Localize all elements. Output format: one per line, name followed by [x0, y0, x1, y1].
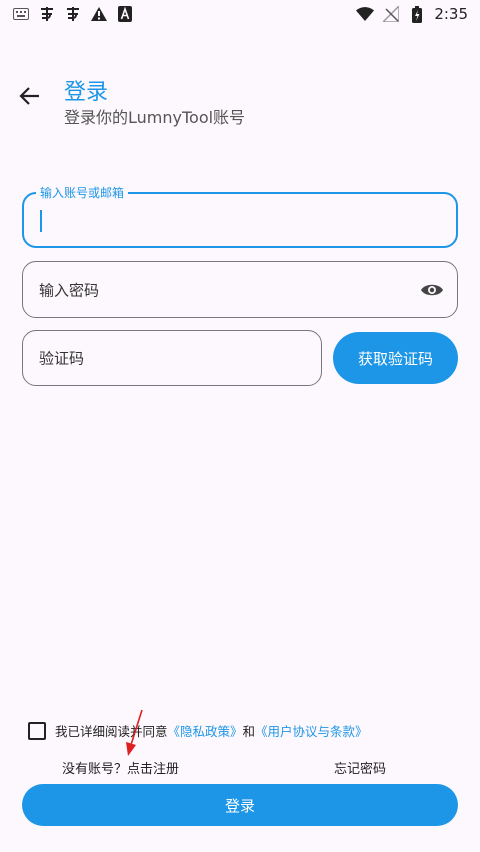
password-placeholder: 输入密码: [39, 281, 100, 299]
text-cursor: [40, 210, 42, 232]
agreement-checkbox[interactable]: [28, 721, 46, 740]
status-time: 2:35: [434, 5, 468, 23]
agreement-text: 我已详细阅读并同意: [55, 724, 168, 739]
font-a-icon: [116, 5, 134, 23]
battery-charging-icon: [408, 5, 426, 23]
eye-icon[interactable]: [419, 277, 445, 303]
agreement-row: 我已详细阅读并同意 《隐私政策》 和 《用户协议与条款》: [28, 721, 368, 740]
privacy-policy-link[interactable]: 《隐私政策》: [168, 721, 243, 740]
status-left-icons: [12, 5, 134, 23]
forgot-password-link[interactable]: 忘记密码: [334, 758, 386, 777]
terms-link[interactable]: 《用户协议与条款》: [255, 721, 368, 740]
annotation-arrow-icon: [126, 709, 143, 756]
keyboard-icon: [12, 5, 30, 23]
register-link[interactable]: 没有账号？点击注册: [62, 758, 179, 777]
verification-code-input[interactable]: 验证码: [22, 330, 322, 386]
no-signal-icon: [382, 5, 400, 23]
bug-icon: [64, 5, 82, 23]
get-code-button[interactable]: 获取验证码: [333, 332, 458, 384]
status-bar: 2:35: [0, 0, 480, 28]
account-input[interactable]: 输入账号或邮箱: [22, 184, 458, 248]
warning-icon: [90, 5, 108, 23]
status-right-icons: 2:35: [356, 5, 468, 23]
code-placeholder: 验证码: [39, 349, 85, 368]
wifi-icon: [356, 5, 375, 23]
page-title: 登录: [64, 80, 109, 105]
login-button[interactable]: 登录: [22, 784, 458, 826]
password-input[interactable]: 输入密码: [22, 261, 458, 318]
account-field-label: 输入账号或邮箱: [36, 184, 129, 201]
page-subtitle: 登录你的LumnyTool账号: [64, 108, 246, 127]
agreement-joiner: 和: [242, 724, 256, 739]
arrow-left-icon: [19, 85, 41, 111]
back-button[interactable]: [16, 84, 44, 112]
bug-icon: [38, 5, 56, 23]
